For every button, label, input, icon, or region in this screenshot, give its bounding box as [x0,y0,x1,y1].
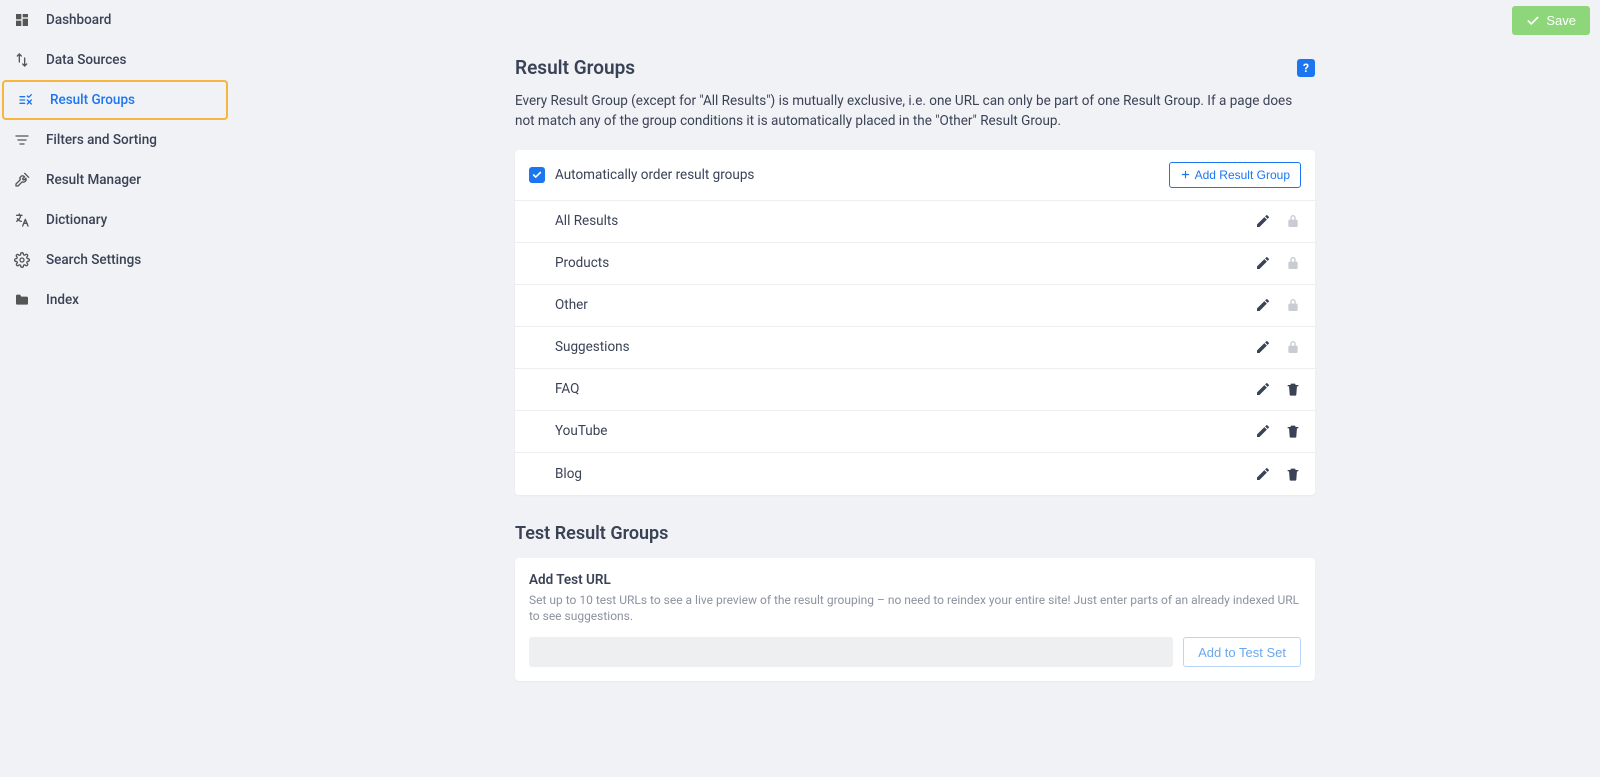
auto-order-label: Automatically order result groups [555,167,754,183]
checklist-icon [14,92,38,108]
pencil-icon[interactable] [1255,339,1271,355]
trash-icon[interactable] [1285,423,1301,439]
sort-icon [10,132,34,148]
sidebar-item-label: Result Groups [50,92,135,108]
result-group-row: Suggestions [515,327,1315,369]
sidebar-item-label: Index [46,292,79,308]
result-group-name: Blog [555,466,582,482]
result-group-name: Suggestions [555,339,630,355]
pencil-icon[interactable] [1255,423,1271,439]
add-test-url-title: Add Test URL [529,572,1301,588]
result-group-actions [1255,466,1301,482]
result-group-row: Other [515,285,1315,327]
auto-order-checkbox[interactable] [529,167,545,183]
result-group-row: Blog [515,453,1315,495]
dashboard-icon [10,12,34,28]
page-description: Every Result Group (except for "All Resu… [515,91,1315,132]
result-group-name: Products [555,255,609,271]
sidebar-item-result-manager[interactable]: Result Manager [0,160,230,200]
pencil-icon[interactable] [1255,297,1271,313]
page-title: Result Groups [515,56,635,79]
result-group-actions [1255,381,1301,397]
sidebar-item-label: Filters and Sorting [46,132,157,148]
pencil-icon[interactable] [1255,466,1271,482]
add-result-group-label: Add Result Group [1195,168,1290,182]
sidebar-item-label: Dashboard [46,12,111,28]
plus-icon [1180,169,1191,180]
result-group-name: FAQ [555,381,579,397]
tools-icon [10,172,34,188]
result-group-actions [1255,339,1301,355]
sidebar-item-label: Result Manager [46,172,141,188]
result-group-name: Other [555,297,588,313]
sidebar-item-filters-and-sorting[interactable]: Filters and Sorting [0,120,230,160]
sidebar-item-search-settings[interactable]: Search Settings [0,240,230,280]
pencil-icon[interactable] [1255,381,1271,397]
sidebar-item-data-sources[interactable]: Data Sources [0,40,230,80]
add-result-group-button[interactable]: Add Result Group [1169,162,1301,188]
main: Save Result Groups ? Every Result Group … [230,0,1600,777]
result-group-name: All Results [555,213,618,229]
lock-icon [1285,255,1301,271]
sidebar-item-dashboard[interactable]: Dashboard [0,0,230,40]
pencil-icon[interactable] [1255,213,1271,229]
test-url-input[interactable] [529,637,1173,667]
save-button-label: Save [1546,13,1576,28]
result-group-actions [1255,297,1301,313]
trash-icon[interactable] [1285,381,1301,397]
test-section-title: Test Result Groups [515,523,1315,544]
sidebar-item-label: Dictionary [46,212,107,228]
result-group-row: All Results [515,201,1315,243]
folder-icon [10,292,34,308]
check-icon [1526,14,1540,28]
result-groups-card: Automatically order result groups Add Re… [515,150,1315,495]
import-export-icon [10,52,34,68]
sidebar-item-dictionary[interactable]: Dictionary [0,200,230,240]
result-group-row: FAQ [515,369,1315,411]
sidebar: Dashboard Data Sources Result Groups Filter… [0,0,230,777]
sidebar-item-label: Search Settings [46,252,141,268]
lock-icon [1285,297,1301,313]
gear-icon [10,252,34,268]
help-icon[interactable]: ? [1297,59,1315,77]
result-group-row: Products [515,243,1315,285]
sidebar-item-label: Data Sources [46,52,126,68]
result-group-actions [1255,255,1301,271]
result-group-name: YouTube [555,423,607,439]
lock-icon [1285,339,1301,355]
translate-icon [10,212,34,228]
result-group-actions [1255,213,1301,229]
result-group-actions [1255,423,1301,439]
add-to-test-set-button[interactable]: Add to Test Set [1183,637,1301,667]
test-card: Add Test URL Set up to 10 test URLs to s… [515,558,1315,682]
lock-icon [1285,213,1301,229]
add-test-url-desc: Set up to 10 test URLs to see a live pre… [529,592,1301,626]
sidebar-item-index[interactable]: Index [0,280,230,320]
result-group-row: YouTube [515,411,1315,453]
pencil-icon[interactable] [1255,255,1271,271]
sidebar-item-result-groups[interactable]: Result Groups [2,80,228,120]
trash-icon[interactable] [1285,466,1301,482]
save-button[interactable]: Save [1512,6,1590,35]
